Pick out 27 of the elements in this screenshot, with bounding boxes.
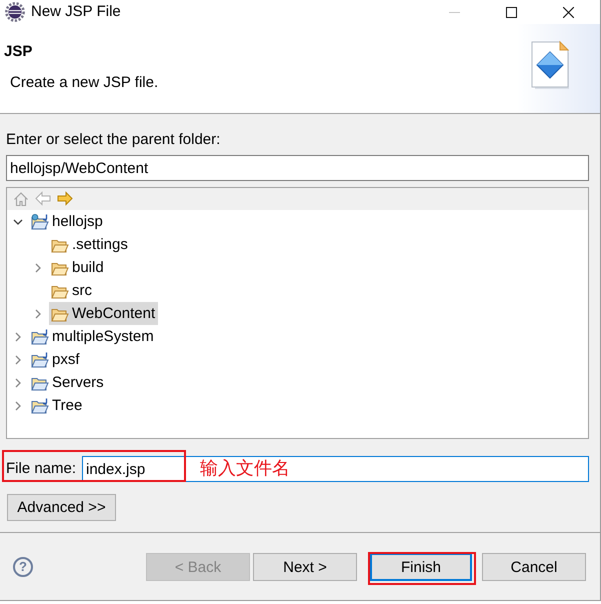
project-folder-icon xyxy=(31,398,49,414)
next-button[interactable]: Next > xyxy=(253,553,357,581)
project-folder-icon xyxy=(31,352,49,368)
file-name-label: File name: xyxy=(6,459,78,479)
folder-path-field[interactable]: hellojsp/WebContent xyxy=(6,155,589,181)
help-button[interactable]: ? xyxy=(13,557,33,577)
tree-item[interactable]: .settings xyxy=(49,233,131,256)
tree-item[interactable]: Tree xyxy=(29,394,86,417)
project-folder-icon xyxy=(31,328,49,344)
page-description: Create a new JSP file. xyxy=(10,74,160,92)
tree-item[interactable]: src xyxy=(49,279,95,302)
globe-folder-icon xyxy=(31,214,49,230)
chevron-icon[interactable] xyxy=(13,216,23,226)
tree-item[interactable]: Servers xyxy=(29,371,107,394)
tree-item[interactable]: hellojsp xyxy=(29,210,106,233)
tree-item[interactable]: pxsf xyxy=(29,348,83,371)
forward-icon[interactable] xyxy=(57,191,73,207)
window-title: New JSP File xyxy=(31,2,121,22)
folder-label: Enter or select the parent folder: xyxy=(6,130,222,150)
cancel-button[interactable]: Cancel xyxy=(482,553,586,581)
annotation-note: 输入文件名 xyxy=(200,457,290,481)
tree-item[interactable]: WebContent xyxy=(49,302,158,325)
page-title: JSP xyxy=(4,43,34,61)
tree-item[interactable]: build xyxy=(49,256,107,279)
finish-button[interactable]: Finish xyxy=(370,553,472,581)
tree-item[interactable]: multipleSystem xyxy=(29,325,157,348)
advanced-button[interactable]: Advanced >> xyxy=(7,494,116,521)
